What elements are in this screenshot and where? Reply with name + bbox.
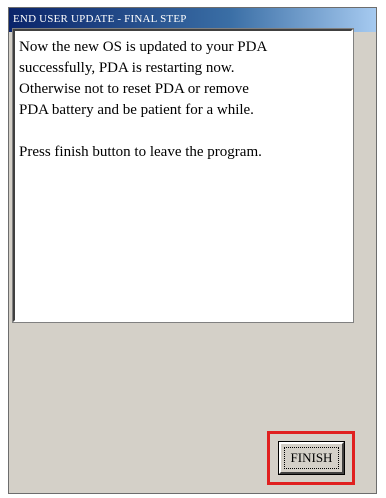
message-line: Otherwise not to reset PDA or remove — [19, 81, 249, 97]
message-line: PDA battery and be patient for a while. — [19, 102, 254, 118]
message-line: Press finish button to leave the program… — [19, 144, 262, 160]
message-line: Now the new OS is updated to your PDA — [19, 39, 268, 55]
message-textbox[interactable]: Now the new OS is updated to your PDA su… — [13, 29, 353, 322]
message-text: Now the new OS is updated to your PDA su… — [19, 37, 345, 163]
message-line: successfully, PDA is restarting now. — [19, 60, 235, 76]
finish-button-label: FINISH — [284, 447, 339, 469]
finish-button[interactable]: FINISH — [279, 442, 344, 474]
window-title: END USER UPDATE - FINAL STEP — [13, 13, 187, 25]
